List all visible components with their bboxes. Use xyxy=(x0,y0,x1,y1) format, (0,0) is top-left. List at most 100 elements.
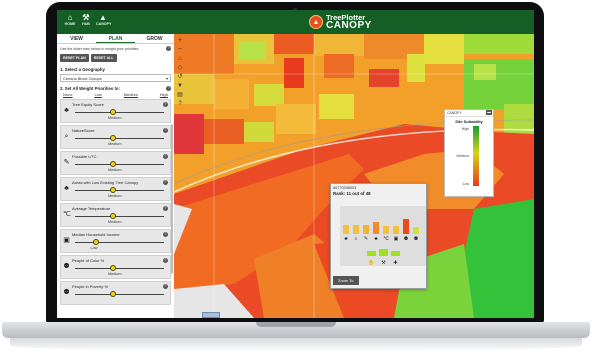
zoom-to-button[interactable]: Zoom To xyxy=(333,276,359,285)
weights-help-icon[interactable]: ? xyxy=(166,86,171,91)
weight-slider-track[interactable] xyxy=(75,216,164,217)
criterion-row: ▣ Median Household Income? Low xyxy=(60,229,171,253)
treeplotter-logo-icon: ▲ xyxy=(309,15,323,29)
help-icon[interactable]: ? xyxy=(163,232,168,237)
criteria-bar-secondary xyxy=(379,248,388,256)
people-icon: ⚉ xyxy=(63,289,70,296)
weight-slider-track[interactable] xyxy=(75,138,164,139)
level-high-link[interactable]: High xyxy=(160,92,168,97)
help-icon[interactable]: ? xyxy=(163,102,168,107)
weight-slider-handle[interactable] xyxy=(110,291,116,297)
tree-icon: ♣ xyxy=(64,107,69,114)
thermometer-icon: ℃ xyxy=(383,236,389,242)
tree-icon: ♣ xyxy=(64,185,69,192)
weight-value: Medium xyxy=(108,116,122,120)
help-icon[interactable]: ? xyxy=(163,258,168,263)
weight-slider-track[interactable] xyxy=(75,294,164,295)
brand: ▲ TreePlotter CANOPY xyxy=(309,13,372,31)
weight-slider-handle[interactable] xyxy=(110,213,116,219)
measure-icon[interactable]: ↺ xyxy=(175,73,185,82)
level-low-link[interactable]: Low xyxy=(94,92,101,97)
criteria-bar xyxy=(413,226,419,234)
criteria-bar xyxy=(363,225,369,234)
weights-title: 2. Set All Weight Priorities to: xyxy=(60,86,120,91)
help-icon[interactable]: ? xyxy=(163,154,168,159)
select-icon[interactable]: ◇ xyxy=(175,64,185,73)
weight-slider-track[interactable] xyxy=(75,268,164,269)
zoom-out-button[interactable]: − xyxy=(175,46,185,55)
legend-header: CANOPY ▬ xyxy=(445,110,493,117)
tab-bar: VIEW PLAN GROW xyxy=(57,34,174,44)
laptop-shadow xyxy=(10,338,582,352)
legend-header-label: CANOPY xyxy=(447,111,462,115)
zoom-in-button[interactable]: + xyxy=(175,37,185,46)
hint-row: Use the slider bars below to weight your… xyxy=(57,44,174,53)
criteria-bar xyxy=(343,225,349,234)
weight-slider-handle[interactable] xyxy=(92,239,99,245)
pencil-tree-icon: ✎ xyxy=(63,159,70,166)
filter-icon[interactable]: ▼ xyxy=(175,82,185,91)
layers-icon[interactable]: ▤ xyxy=(175,91,185,100)
level-medium-link[interactable]: Medium xyxy=(124,92,138,97)
geography-select[interactable]: Census Block Groups ▾ xyxy=(60,74,171,82)
weight-slider-track[interactable] xyxy=(75,242,164,243)
weight-slider-track[interactable] xyxy=(75,190,164,191)
tree-icon: ♣ xyxy=(344,236,348,242)
sidebar-scrollbar[interactable] xyxy=(171,124,173,274)
legend-medium: Medium xyxy=(456,154,469,158)
home-extent-icon[interactable]: ⌂ xyxy=(175,55,185,64)
criterion-label: Areas with Low Existing Tree Canopy xyxy=(72,180,139,185)
tab-plan[interactable]: PLAN xyxy=(96,34,135,43)
criteria-list: ♣ Tree Equity Score? Medium ⌕ NatureScore? Me… xyxy=(57,99,174,305)
criterion-label: Average Temperature xyxy=(72,206,111,211)
help-icon[interactable]: ? xyxy=(163,206,168,211)
reset-all-button[interactable]: RESET ALL xyxy=(90,54,117,62)
legend-low: Low xyxy=(462,182,469,186)
plus-icon: ✚ xyxy=(393,260,398,266)
magnifier-leaf-icon: ⌕ xyxy=(354,236,358,242)
weight-levels: None Low Medium High xyxy=(57,91,174,99)
weight-value: Medium xyxy=(108,272,122,276)
legend-title: Site Suitability xyxy=(455,119,483,124)
weight-slider-handle[interactable] xyxy=(110,161,116,167)
basemap-toggle[interactable] xyxy=(202,312,220,318)
help-icon[interactable]: ? xyxy=(175,100,185,109)
weight-slider-handle[interactable] xyxy=(110,135,116,141)
minimize-icon[interactable]: ▬ xyxy=(486,110,492,115)
nav-home-label: HOME xyxy=(64,22,76,26)
reset-buttons: RESET PLAN RESET ALL xyxy=(57,53,174,63)
map[interactable]: + − ⌂ ◇ ↺ ▼ ▤ ? CANOPY ▬ Site Suitabilit… xyxy=(174,34,534,318)
reset-plan-button[interactable]: RESET PLAN xyxy=(60,54,89,62)
criterion-label: NatureScore xyxy=(72,128,95,133)
sidebar: VIEW PLAN GROW Use the slider bars below… xyxy=(57,34,174,318)
brand-product: CANOPY xyxy=(326,20,372,31)
help-icon[interactable]: ? xyxy=(163,128,168,133)
hand-icon: ✋ xyxy=(368,260,375,266)
nav-home[interactable]: ⌂ HOME xyxy=(63,13,77,26)
criterion-row: ♣ Tree Equity Score? Medium xyxy=(60,99,171,123)
tab-view[interactable]: VIEW xyxy=(57,34,96,43)
tab-grow[interactable]: GROW xyxy=(135,34,174,43)
weight-slider-track[interactable] xyxy=(75,164,164,165)
people-icon: ⚉ xyxy=(403,236,409,242)
help-icon[interactable]: ? xyxy=(163,180,168,185)
level-none-link[interactable]: None xyxy=(63,92,73,97)
criteria-bar xyxy=(383,226,389,234)
magnifier-leaf-icon: ⌕ xyxy=(64,133,69,140)
weight-slider-handle[interactable] xyxy=(110,109,116,115)
nav-hub[interactable]: ⚒ HUB xyxy=(79,13,93,26)
weight-slider-handle[interactable] xyxy=(110,265,116,271)
help-icon[interactable]: ? xyxy=(166,46,171,51)
weight-slider-track[interactable] xyxy=(75,112,164,113)
weight-slider-handle[interactable] xyxy=(110,187,116,193)
criteria-bar xyxy=(393,226,399,234)
geography-title: 1. Select a Geography xyxy=(60,67,105,72)
area-rank: Rank: 11 out of 48 xyxy=(333,191,371,196)
criterion-row: ⚉ People of Color %? Medium xyxy=(60,255,171,279)
weight-value: Medium xyxy=(108,142,122,146)
tools-icon: ⚒ xyxy=(82,13,90,22)
nav-canopy[interactable]: ▲ CANOPY xyxy=(96,13,111,26)
money-icon: ▣ xyxy=(393,236,399,242)
criterion-label: Tree Equity Score xyxy=(72,102,104,107)
help-icon[interactable]: ? xyxy=(163,284,168,289)
